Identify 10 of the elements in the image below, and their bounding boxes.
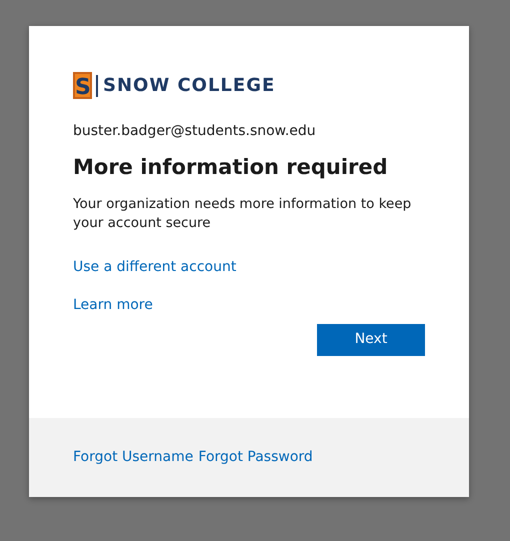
description-text: Your organization needs more information to keep your account secure <box>73 194 412 232</box>
footer-link[interactable]: Forgot Password <box>198 447 313 468</box>
footer-link[interactable]: Forgot Username <box>73 447 194 468</box>
text-link[interactable]: Use a different account <box>73 256 236 278</box>
page-title: More information required <box>73 154 389 181</box>
logo-mark: S <box>73 72 92 99</box>
logo-text: SNOW COLLEGE <box>96 74 276 96</box>
account-email: buster.badger@students.snow.edu <box>73 122 317 141</box>
text-link[interactable]: Learn more <box>73 294 153 316</box>
next-button[interactable]: Next <box>317 324 425 356</box>
